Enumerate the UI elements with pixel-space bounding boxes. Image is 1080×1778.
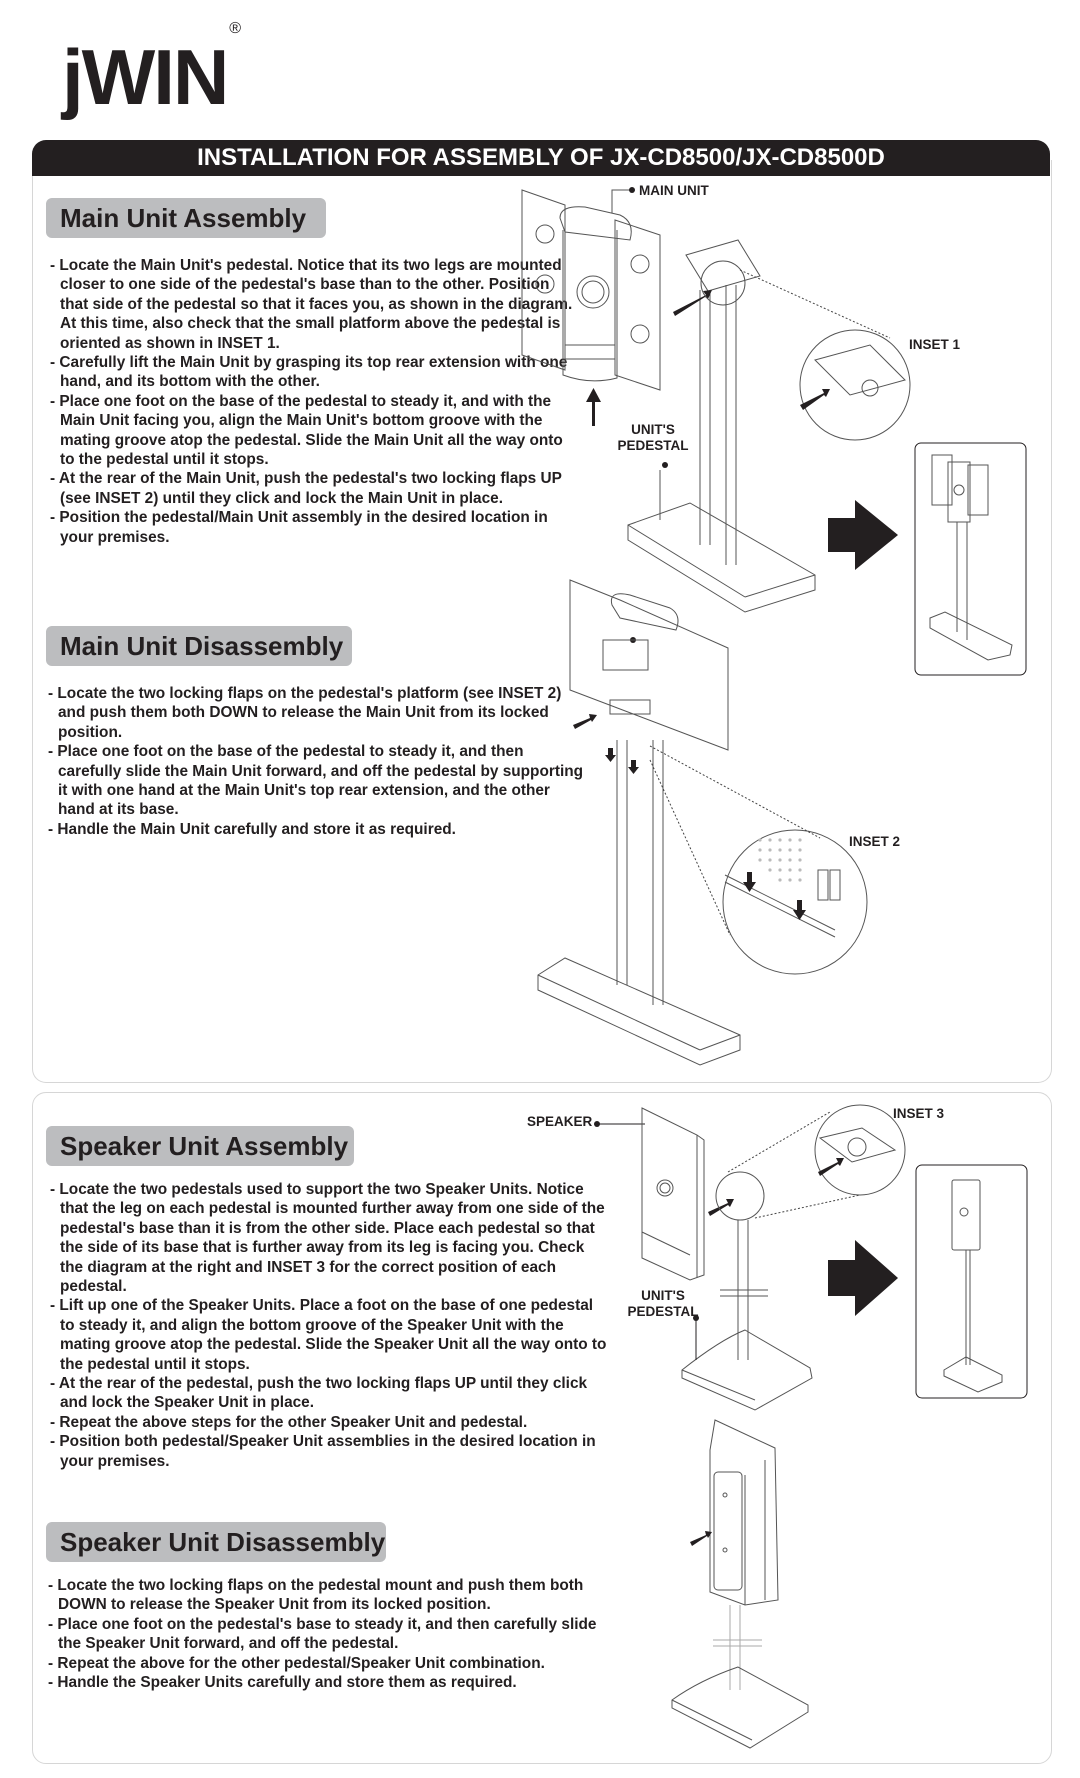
label-units-pedestal-line1: UNIT'S	[631, 422, 675, 437]
label-inset2: INSET 2	[849, 834, 901, 849]
speaker-disassembly-diagram	[671, 1419, 809, 1749]
label-speaker-pedestal-line1: UNIT'S	[641, 1288, 685, 1303]
label-speaker-pedestal-line2: PEDESTAL	[627, 1304, 699, 1319]
label-speaker-units-pedestal: UNIT'S PEDESTAL	[620, 1288, 706, 1320]
label-main-unit: MAIN UNIT	[639, 183, 709, 198]
speaker-disassembly-pedestal	[671, 1605, 809, 1749]
label-units-pedestal-line2: PEDESTAL	[617, 438, 689, 453]
label-inset3: INSET 3	[893, 1106, 945, 1121]
speaker-rear-illustration	[709, 1419, 779, 1606]
label-units-pedestal: UNIT'S PEDESTAL	[612, 422, 694, 454]
speaker-release-arrow-icon	[690, 1531, 712, 1546]
label-inset1: INSET 1	[909, 337, 961, 352]
label-speaker: SPEAKER	[527, 1114, 593, 1129]
